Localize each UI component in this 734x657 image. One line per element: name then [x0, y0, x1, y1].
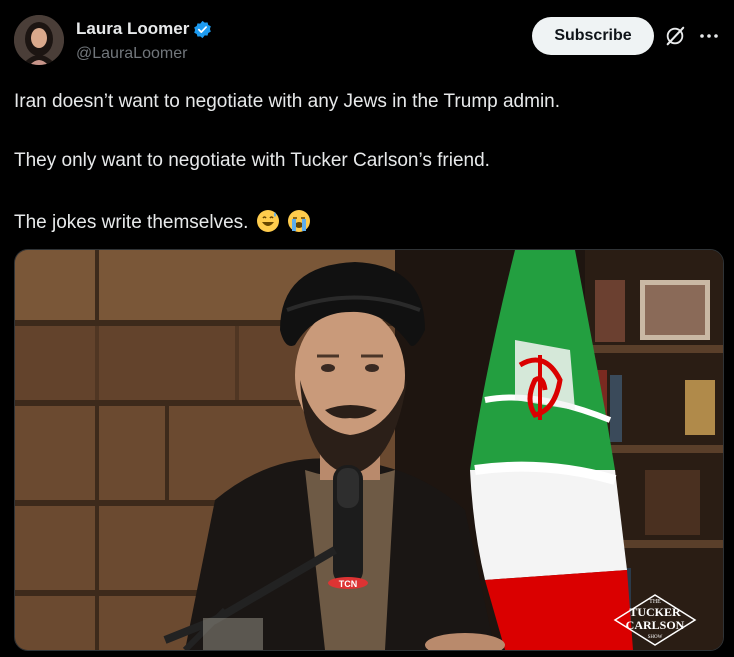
watermark-line-4: SHOW — [648, 635, 663, 640]
watermark-line-3: CARLSON — [626, 618, 685, 632]
grok-icon[interactable] — [664, 25, 686, 47]
loudly-crying-face-icon — [287, 210, 310, 232]
post-text-line-1: Iran doesn’t want to negotiate with any … — [14, 91, 561, 112]
grinning-face-with-sweat-icon — [256, 210, 279, 232]
mic-badge-text: TCN — [339, 579, 358, 589]
post-text-line-3-text: The jokes write themselves. — [14, 212, 249, 233]
author-handle[interactable]: @LauraLoomer — [76, 45, 187, 63]
post-text-line-3: The jokes write themselves. — [14, 209, 311, 234]
avatar[interactable] — [14, 15, 64, 65]
verified-badge-icon — [194, 20, 212, 38]
post-image[interactable]: TCN THE TUCKER CARLSON SHOW — [14, 249, 724, 651]
watermark-line-2: TUCKER — [629, 605, 681, 619]
author-name[interactable]: Laura Loomer — [76, 19, 189, 39]
more-options-icon[interactable] — [698, 26, 720, 46]
post-text-line-2: They only want to negotiate with Tucker … — [14, 150, 490, 171]
post-image-graphic: TCN THE TUCKER CARLSON SHOW — [15, 250, 723, 650]
subscribe-button[interactable]: Subscribe — [532, 17, 654, 55]
